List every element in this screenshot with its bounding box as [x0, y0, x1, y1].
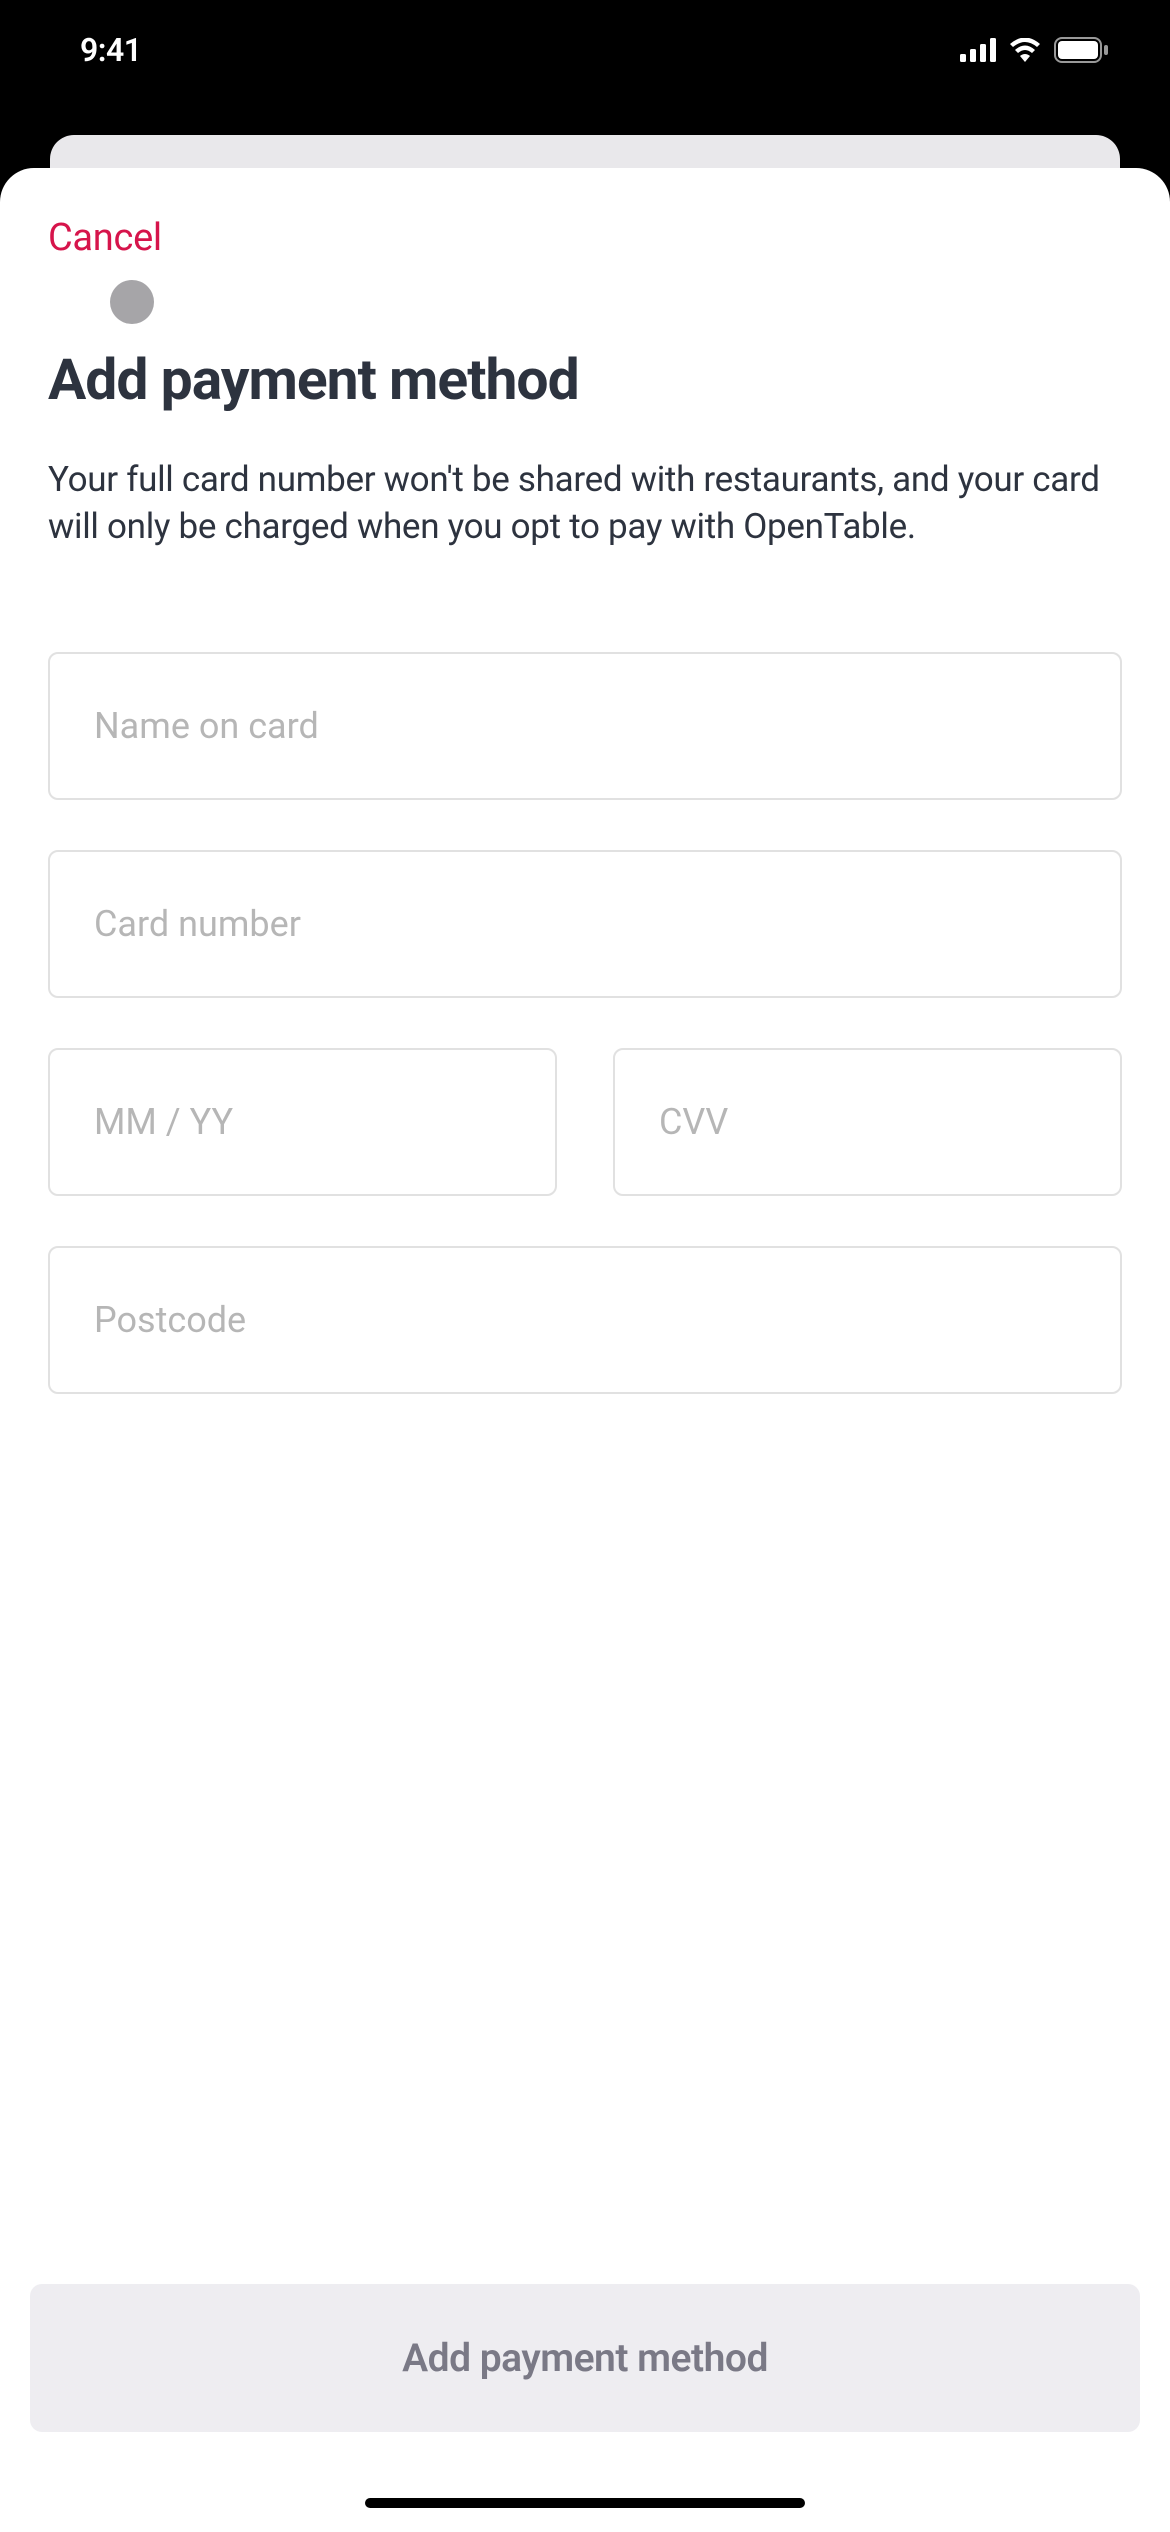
page-description: Your full card number won't be shared wi… — [48, 457, 1122, 550]
cellular-icon — [960, 38, 996, 62]
modal-sheet: Cancel Add payment method Your full card… — [0, 168, 1170, 2532]
status-bar: 9:41 — [0, 0, 1170, 100]
expiry-input[interactable] — [48, 1048, 557, 1196]
payment-form — [48, 652, 1122, 1394]
name-on-card-input[interactable] — [48, 652, 1122, 800]
cvv-input[interactable] — [613, 1048, 1122, 1196]
wifi-icon — [1008, 38, 1042, 62]
card-number-input[interactable] — [48, 850, 1122, 998]
postcode-input[interactable] — [48, 1246, 1122, 1394]
page-title: Add payment method — [48, 346, 1122, 413]
loading-dot — [110, 280, 154, 324]
cancel-button[interactable]: Cancel — [48, 216, 162, 260]
home-indicator[interactable] — [365, 2498, 805, 2508]
battery-icon — [1054, 37, 1110, 63]
add-payment-method-button[interactable]: Add payment method — [30, 2284, 1140, 2432]
status-time: 9:41 — [80, 31, 142, 69]
status-icons — [960, 37, 1110, 63]
